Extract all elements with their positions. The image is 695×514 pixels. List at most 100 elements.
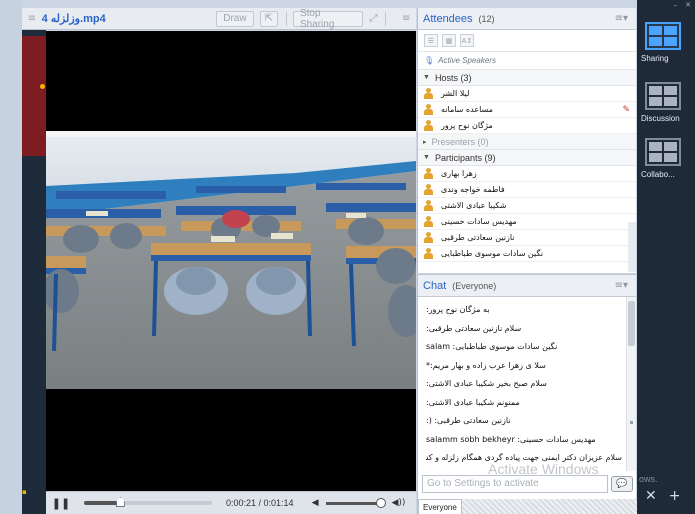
host-name: ﻣﮋﮔﺎﻥ ﻧﻮﺡ ﭘﺮﻭﺭ: [441, 121, 493, 130]
sort-icon[interactable]: A↕: [460, 34, 474, 47]
chat-message: ﺳﻼ ﯼ ﺯﻫﺮﺍ ﻋﺮﺏ ﺯﺍﺩﻩ ﻭ ﺑﻬﺎﺭ ﻣﺮﯾﻢ:*: [426, 360, 546, 370]
attendees-scrollbar[interactable]: [628, 222, 636, 272]
chat-message: ﻧﺎﺯﻧﯿﻦ ﺳﻌﺎﺩﺗﯽ ﻃﺮﻗﺒﻰ: (:: [426, 416, 511, 425]
participant-row[interactable]: ﻧﮕﯿﻦ ﺳﺎﺩﺍﺕ ﻣﻮﺳﻮﯼ ﻃﺒﺎﻃﺒﺎﯾﯽ: [418, 246, 636, 262]
host-name: ﻣﺴﺎﻋﺪﻩ ﺳﺎﻣﺎﻧﻪ: [441, 105, 493, 114]
volume-handle[interactable]: [376, 497, 387, 508]
toolbar-divider: [385, 11, 387, 26]
draw-button[interactable]: Draw: [216, 10, 254, 27]
seek-handle[interactable]: [115, 497, 125, 507]
layout-label: Discussion: [641, 114, 680, 123]
media-controls: ❚❚ 0:00:21 / 0:01:14 ◀ ◀)): [46, 491, 416, 514]
participants-group[interactable]: ▼ Participants (9): [418, 150, 636, 166]
host-row[interactable]: ﻣﺴﺎﻋﺪﻩ ﺳﺎﻣﺎﻧﻪ ✎: [418, 102, 636, 118]
user-icon: [424, 200, 433, 211]
participant-row[interactable]: ﺷﮑﯿﺒﺎ ﻋﺒﺎﺩﯼ ﺍﻻﺷﺘﯽ: [418, 198, 636, 214]
toolbar-divider: [285, 11, 287, 26]
share-toolbar: ≡ ﻭﺯﻟﺰﻟﻪ 4.mp4 Draw ⇱ Stop Sharing ⤢ ≡: [22, 8, 416, 30]
user-icon: [424, 168, 433, 179]
chat-panel: Chat (Everyone) ≡▾ ﺑﻪ ﻣﮋﮔﺎﻥ ﻧﻮﺡ ﭘﺮﻭﺭ: ﺳﻼ…: [417, 274, 637, 514]
presenters-label: Presenters (0): [431, 136, 489, 147]
chat-scrollbar[interactable]: [626, 297, 636, 471]
collapse-triangle-icon: ▼: [423, 154, 430, 161]
chat-scope: (Everyone): [452, 280, 497, 291]
scroll-thumb[interactable]: [628, 301, 635, 346]
hosts-group[interactable]: ▼ Hosts (3): [418, 70, 636, 86]
user-icon: [424, 216, 433, 227]
stop-sharing-button[interactable]: Stop Sharing: [292, 8, 364, 30]
scroll-marker: [630, 421, 633, 424]
seek-progress: [84, 501, 120, 505]
left-edge-glyph: ▪: [22, 488, 27, 496]
share-menu-icon[interactable]: ≡: [396, 13, 416, 24]
layout-discussion[interactable]: Discussion: [641, 82, 695, 123]
microphone-icon: 🎙: [424, 56, 435, 65]
remove-layout-icon[interactable]: ✕: [645, 488, 657, 504]
active-speakers-label: Active Speakers: [438, 56, 496, 65]
participant-name: ﻣﻬﺪﯾﺲ ﺳﺎﺩﺍﺕ ﺣﺴﯿﻨﯽ: [441, 217, 517, 226]
video-frame-classroom: [46, 131, 416, 389]
layout-collaboration[interactable]: Collabo...: [641, 138, 695, 179]
menu-icon[interactable]: ≡: [22, 13, 42, 24]
participant-name: ﺷﮑﯿﺒﺎ ﻋﺒﺎﺩﯼ ﺍﻻﺷﺘﯽ: [441, 201, 507, 210]
attendees-menu-icon[interactable]: ≡▾: [615, 13, 628, 24]
playback-time: 0:00:21 / 0:01:14: [226, 498, 294, 508]
meeting-window: ▪ ≡ ﻭﺯﻟﺰﻟﻪ 4.mp4 Draw ⇱ Stop Sharing ⤢ ≡: [0, 0, 695, 514]
chat-input[interactable]: Go to Settings to activate: [422, 475, 608, 493]
attendees-panel: Attendees (12) ≡▾ ☰ ▦ A↕ 🎙 Active Speake…: [417, 8, 636, 273]
fullscreen-icon[interactable]: ⤢: [369, 13, 377, 24]
chat-message: ﻣﻬﺪﯾﺲ ﺳﺎﺩﺍﺕ ﺣﺴﯿﻨﯽ: salamm sobh bekheyr: [426, 434, 596, 444]
volume-up-icon[interactable]: ◀)): [391, 498, 405, 508]
participant-row[interactable]: ﻓﺎﻃﻤﻪ ﺧﻮﺍﺟﻪ ﻭﻧﺪﯼ: [418, 182, 636, 198]
add-layout-icon[interactable]: +: [669, 488, 681, 504]
volume-down-icon[interactable]: ◀: [312, 498, 319, 508]
participant-row[interactable]: ﻧﺎﺯﻧﯿﻦ ﺳﻌﺎﺩﺗﯽ ﻃﺮﻗﺒﻰ: [418, 230, 636, 246]
close-icon[interactable]: ✕: [685, 1, 691, 9]
chat-title: Chat: [423, 279, 447, 292]
sharing-layout-icon: [645, 22, 681, 50]
host-row[interactable]: ﻟﯿﻼ ﺍﻟﺸﺮ: [418, 86, 636, 102]
attendees-title: Attendees: [423, 12, 473, 25]
user-icon: [424, 88, 433, 99]
presenters-group[interactable]: ▸ Presenters (0): [418, 134, 636, 150]
participant-name: ﺯﻫﺮﺍ ﺑﻬﺎﺭﯼ: [441, 169, 477, 178]
yellow-dot-icon: [40, 84, 45, 89]
layout-label: Collabo...: [641, 170, 675, 179]
chat-header: Chat (Everyone) ≡▾: [418, 275, 636, 297]
chat-message: ﺑﻪ ﻣﮋﮔﺎﻥ ﻧﻮﺡ ﭘﺮﻭﺭ:: [426, 305, 490, 314]
chat-tab-everyone[interactable]: Everyone: [418, 499, 462, 514]
user-icon: [424, 120, 433, 131]
grid-view-icon[interactable]: ▦: [442, 34, 456, 47]
participant-name: ﻧﮕﯿﻦ ﺳﺎﺩﺍﺕ ﻣﻮﺳﻮﯼ ﻃﺒﺎﻃﺒﺎﯾﯽ: [441, 249, 544, 258]
video-player[interactable]: [46, 31, 416, 491]
host-name: ﻟﯿﻼ ﺍﻟﺸﺮ: [441, 89, 470, 98]
participants-label: Participants (9): [434, 152, 496, 163]
seek-bar[interactable]: [84, 497, 212, 507]
user-icon: [424, 248, 433, 259]
layout-sharing[interactable]: Sharing: [641, 22, 695, 63]
dock-actions: ✕ +: [645, 488, 680, 504]
chat-messages: ﺑﻪ ﻣﮋﮔﺎﻥ ﻧﻮﺡ ﭘﺮﻭﺭ: ﺳﻼﻡ ﻧﺎﺯﻧﯿﻦ ﺳﻌﺎﺩﺗﯽ ﻃﺮﻗ…: [418, 297, 628, 471]
cursor-icon[interactable]: ⇱: [259, 10, 278, 27]
active-speakers-row: 🎙 Active Speakers: [418, 52, 636, 70]
chat-message: ﺳﻼﻡ ﺻﺒﺢ ﺑﺨﯿﺮ ﺷﮑﯿﺒﺎ ﻋﺒﺎﺩﯼ ﺍﻻﺷﺘﯽ:: [426, 379, 547, 388]
hosts-label: Hosts (3): [434, 72, 472, 83]
host-row[interactable]: ﻣﮋﮔﺎﻥ ﻧﻮﺡ ﭘﺮﻭﺭ: [418, 118, 636, 134]
expand-triangle-icon: ▸: [423, 138, 427, 146]
user-icon: [424, 184, 433, 195]
chat-message: ﻧﮕﯿﻦ ﺳﺎﺩﺍﺕ ﻣﻮﺳﻮﯼ ﻃﺒﺎﻃﺒﺎﯾﯽ: salam: [426, 342, 558, 351]
discussion-layout-icon: [645, 82, 681, 110]
attendees-count: (12): [478, 13, 495, 24]
volume-slider[interactable]: [326, 497, 387, 508]
minimize-icon[interactable]: –: [674, 1, 678, 9]
pencil-icon: ✎: [622, 104, 630, 115]
participant-row[interactable]: ﻣﻬﺪﯾﺲ ﺳﺎﺩﺍﺕ ﺣﺴﯿﻨﯽ: [418, 214, 636, 230]
shared-file-name: ﻭﺯﻟﺰﻟﻪ 4.mp4: [41, 13, 106, 25]
layouts-dock: – ✕ Sharing Discussion Collabo... ✕ +: [637, 0, 695, 514]
chat-menu-icon[interactable]: ≡▾: [615, 280, 628, 291]
list-view-icon[interactable]: ☰: [424, 34, 438, 47]
send-chat-icon[interactable]: 💬: [611, 476, 633, 492]
participant-row[interactable]: ﺯﻫﺮﺍ ﺑﻬﺎﺭﯼ: [418, 166, 636, 182]
pause-icon[interactable]: ❚❚: [46, 497, 76, 510]
attendees-toolbar: ☰ ▦ A↕: [418, 30, 636, 52]
